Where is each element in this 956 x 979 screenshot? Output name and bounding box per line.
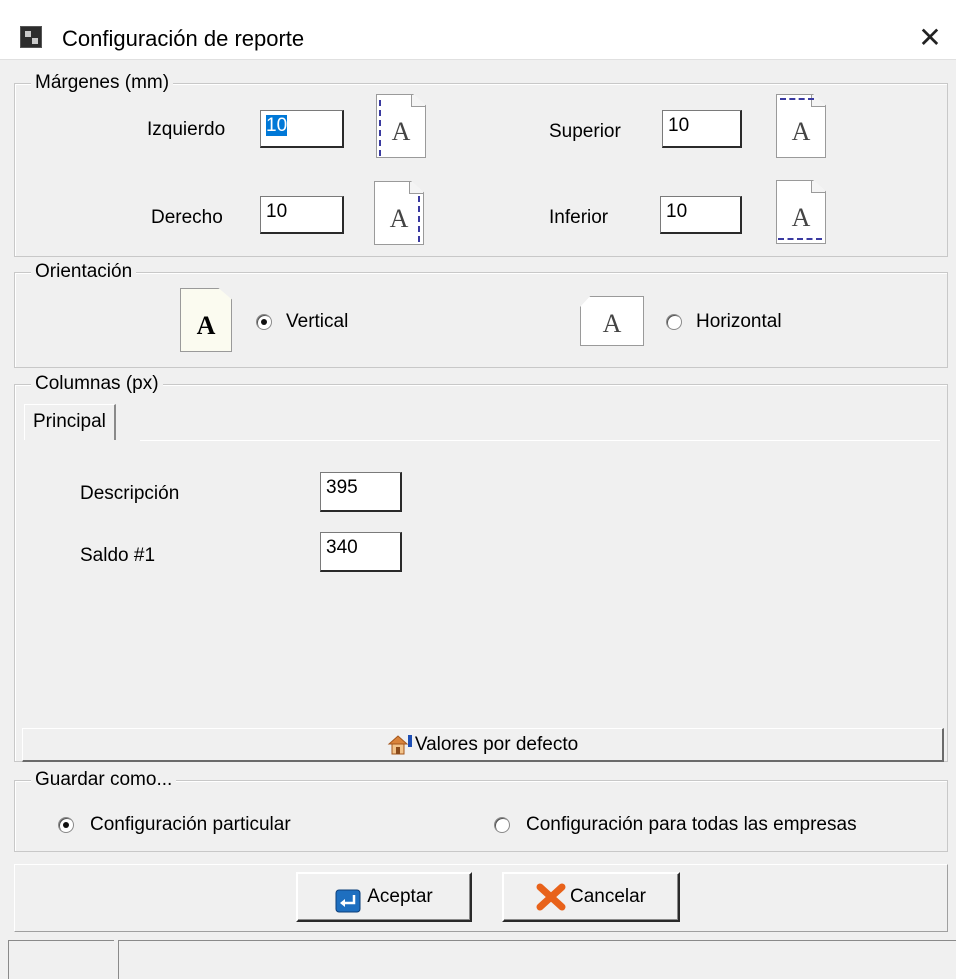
accept-label: Aceptar (367, 886, 433, 907)
status-cell-2 (118, 940, 956, 979)
right-margin-page-icon: A (374, 181, 424, 245)
page-letter: A (196, 311, 216, 340)
page-letter: A (389, 204, 409, 233)
column-row-label: Descripción (80, 483, 180, 504)
left-margin-input[interactable]: 10 (260, 110, 344, 148)
left-margin-label: Izquierdo (147, 119, 226, 140)
bottom-margin-label: Inferior (549, 207, 609, 228)
left-margin-page-icon: A (376, 94, 426, 158)
top-margin-page-icon: A (776, 94, 826, 158)
cancel-button[interactable]: Cancelar (502, 872, 680, 922)
page-letter: A (602, 309, 622, 338)
column-width-input[interactable]: 395 (320, 472, 402, 512)
app-icon (20, 26, 42, 48)
house-icon (387, 734, 413, 756)
tab-separator (140, 440, 940, 441)
column-width-value: 340 (326, 537, 358, 558)
window-title: Configuración de reporte (62, 26, 305, 51)
column-width-value: 395 (326, 477, 358, 498)
close-icon[interactable]: ✕ (912, 22, 948, 54)
defaults-button[interactable]: Valores por defecto (22, 728, 944, 762)
column-width-input[interactable]: 340 (320, 532, 402, 572)
title-bar: Configuración de reporte ✕ (0, 0, 956, 60)
top-margin-value: 10 (668, 115, 690, 136)
left-margin-line (379, 100, 381, 156)
column-row-label: Saldo #1 (80, 545, 156, 566)
top-margin-input[interactable]: 10 (662, 110, 742, 148)
status-bar (8, 940, 956, 979)
right-margin-value: 10 (266, 201, 288, 222)
page-letter: A (791, 203, 811, 232)
right-margin-input[interactable]: 10 (260, 196, 344, 234)
horizontal-radio[interactable] (666, 314, 682, 330)
page-letter: A (791, 117, 811, 146)
page-letter: A (391, 117, 411, 146)
landscape-page-icon: A (580, 296, 644, 346)
bottom-margin-page-icon: A (776, 180, 826, 244)
status-cell-1 (8, 940, 114, 979)
horizontal-label[interactable]: Horizontal (696, 310, 782, 334)
columns-legend: Columnas (px) (31, 373, 163, 395)
bottom-margin-value: 10 (666, 201, 688, 222)
accept-button[interactable]: Aceptar (296, 872, 472, 922)
particular-config-label[interactable]: Configuración particular (90, 813, 291, 837)
top-margin-label: Superior (549, 121, 621, 142)
tab-principal[interactable]: Principal (24, 404, 116, 440)
top-margin-line (780, 98, 814, 100)
save-as-legend: Guardar como... (31, 769, 177, 791)
defaults-button-label: Valores por defecto (414, 734, 579, 755)
cancel-label: Cancelar (569, 886, 647, 907)
bottom-margin-input[interactable]: 10 (660, 196, 742, 234)
red-x-icon (536, 883, 566, 911)
left-margin-value: 10 (266, 115, 288, 136)
right-margin-label: Derecho (151, 207, 223, 228)
particular-config-radio[interactable] (58, 817, 74, 833)
right-margin-line (418, 196, 420, 242)
vertical-radio[interactable] (256, 314, 272, 330)
enter-icon (335, 885, 361, 913)
all-companies-config-label[interactable]: Configuración para todas las empresas (526, 813, 857, 837)
all-companies-config-radio[interactable] (494, 817, 510, 833)
vertical-label[interactable]: Vertical (286, 310, 348, 334)
bottom-margin-line (778, 238, 822, 240)
orientation-legend: Orientación (31, 261, 137, 283)
margins-legend: Márgenes (mm) (31, 72, 174, 94)
orientation-group: Orientación (14, 261, 948, 368)
portrait-page-icon: A (180, 288, 232, 352)
button-panel (14, 864, 948, 932)
